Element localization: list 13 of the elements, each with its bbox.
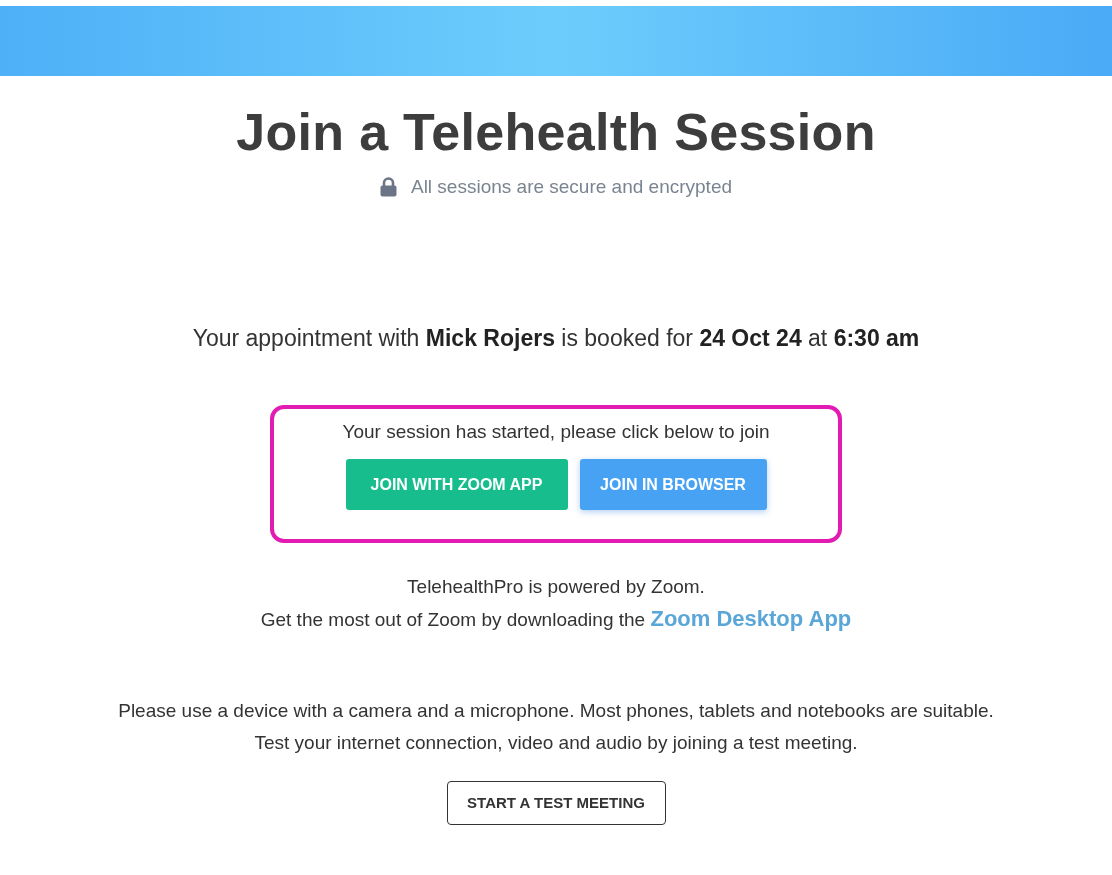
session-message: Your session has started, please click below to join bbox=[342, 420, 770, 444]
device-note: Test your internet connection, video and audio by joining a test meeting. bbox=[254, 731, 858, 755]
appointment-text: Your appointment with Mick Rojers is booked for 24 Oct 24 at 6:30 am bbox=[192, 324, 920, 353]
security-note: All sessions are secure and encrypted bbox=[410, 175, 733, 199]
page-title: Join a Telehealth Session bbox=[236, 102, 876, 162]
powered-by-text: TelehealthPro is powered by Zoom. bbox=[407, 575, 705, 599]
join-button[interactable]: JOIN WITH ZOOM APP bbox=[345, 459, 568, 510]
join-button[interactable]: JOIN IN BROWSER bbox=[579, 459, 767, 510]
lock-icon bbox=[379, 177, 397, 197]
test-meeting-button[interactable]: START A TEST MEETING bbox=[446, 781, 666, 825]
desktop-app-link[interactable]: Zoom Desktop App bbox=[650, 606, 852, 631]
download-sentence: Get the most out of Zoom by downloading the Zoom Desktop App bbox=[260, 605, 852, 633]
device-note: Please use a device with a camera and a microphone. Most phones, tablets and notebooks are suitable. bbox=[118, 699, 994, 723]
